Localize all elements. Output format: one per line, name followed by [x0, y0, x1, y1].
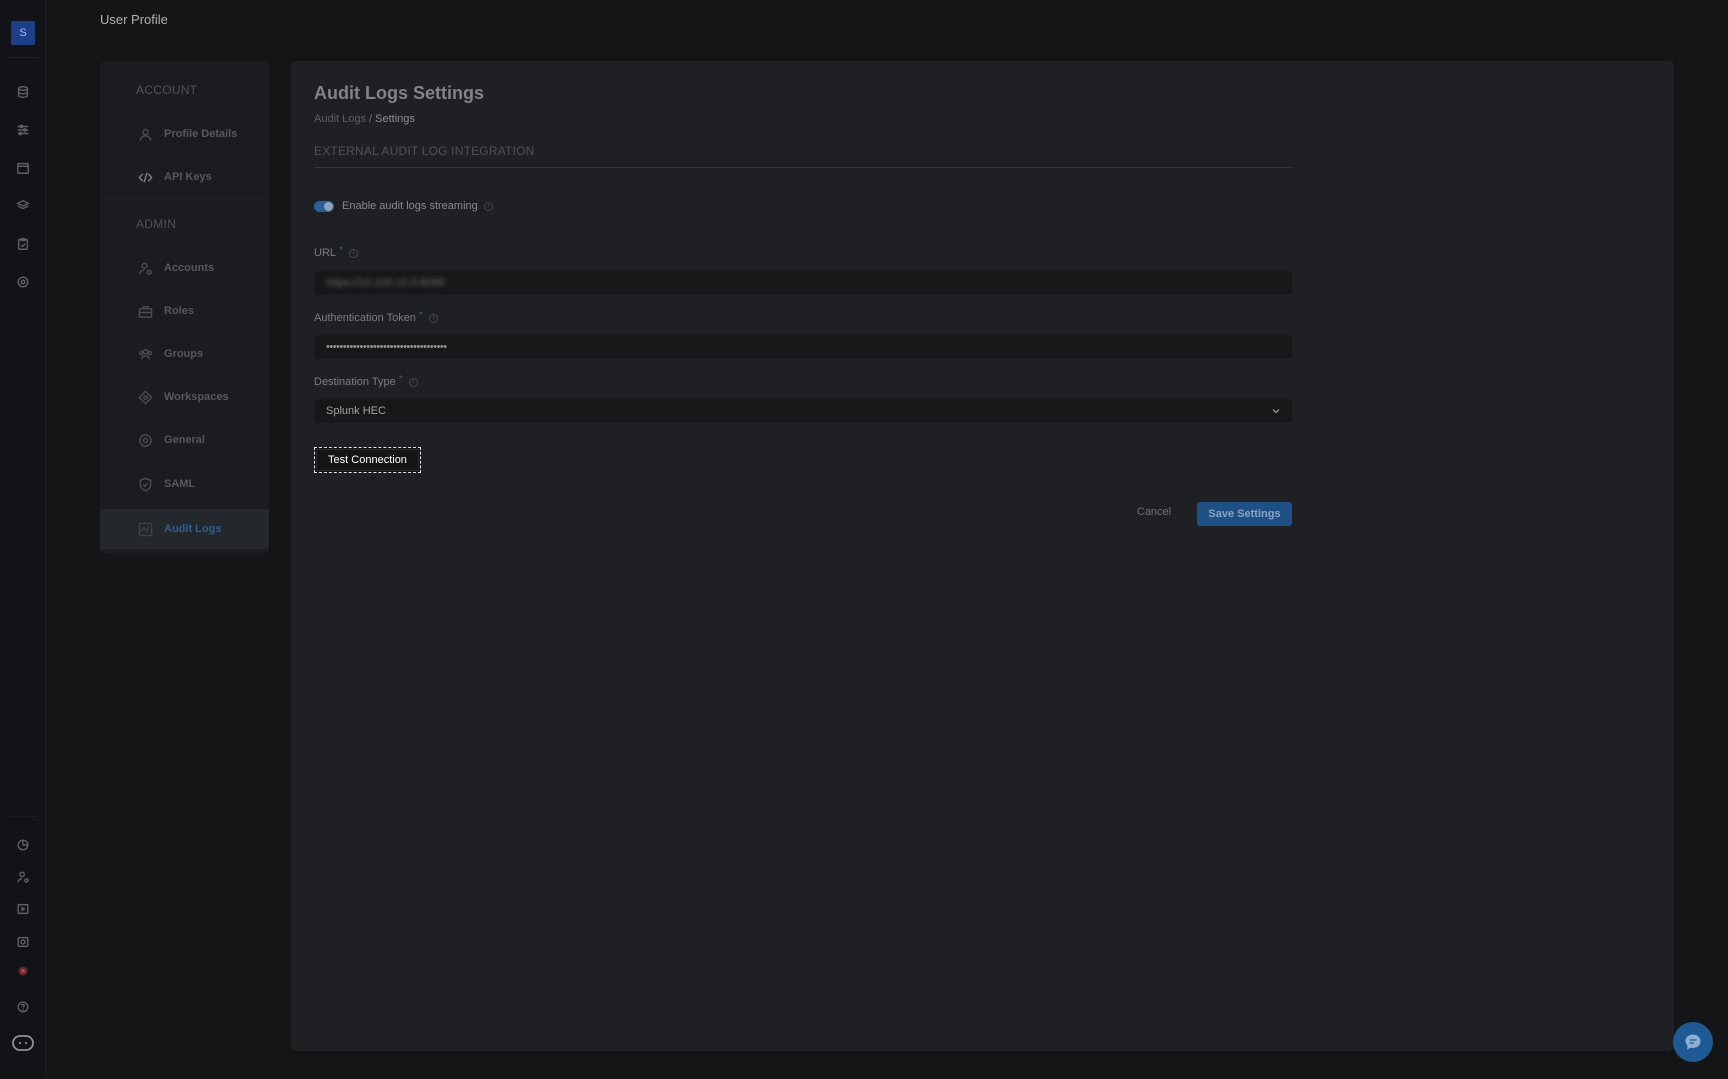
diamond-icon [136, 388, 154, 406]
info-icon[interactable]: i [428, 313, 438, 323]
bot-icon[interactable] [10, 1033, 36, 1053]
settings-circle-icon [136, 431, 154, 449]
camera-icon[interactable] [13, 932, 33, 952]
user-settings-icon[interactable] [13, 867, 33, 887]
briefcase-icon [136, 302, 154, 320]
toggle-label-text: Enable audit logs streaming [342, 200, 478, 212]
info-icon[interactable]: i [408, 377, 418, 387]
rail-divider [8, 57, 38, 58]
nav-item-audit-logs[interactable]: Audit Logs [100, 509, 269, 549]
nav-item-groups[interactable]: Groups [100, 334, 269, 374]
required-marker: * [418, 310, 423, 321]
nav-item-accounts[interactable]: Accounts [100, 248, 269, 288]
nav-item-roles[interactable]: Roles [100, 291, 269, 331]
chat-support-button[interactable] [1673, 1022, 1713, 1062]
clipboard-check-icon[interactable] [13, 234, 33, 254]
nav-item-label: SAML [164, 478, 196, 490]
pie-chart-icon[interactable] [13, 835, 33, 855]
header-divider [100, 42, 1674, 43]
activity-icon [136, 520, 154, 538]
sliders-icon[interactable] [13, 120, 33, 140]
toggle-knob [324, 202, 333, 211]
info-icon[interactable]: i [348, 248, 358, 258]
audit-logs-settings-panel: Audit Logs Settings Audit Logs / Setting… [291, 61, 1674, 1051]
nav-divider [100, 198, 269, 199]
settings-nav: ACCOUNT Profile Details API Keys ADMIN A… [100, 61, 269, 554]
cancel-button[interactable]: Cancel [1129, 502, 1179, 522]
url-label-text: URL [314, 247, 337, 259]
destination-type-value: Splunk HEC [326, 405, 386, 417]
audit-streaming-toggle[interactable] [314, 201, 334, 212]
nav-section-account: ACCOUNT [136, 83, 198, 97]
nav-section-admin: ADMIN [136, 217, 177, 231]
rail-divider [8, 816, 38, 817]
test-connection-button[interactable]: Test Connection [314, 447, 421, 473]
save-settings-button[interactable]: Save Settings [1197, 502, 1292, 526]
nav-item-label: General [164, 434, 205, 446]
destination-type-label: Destination Type * i [314, 374, 418, 388]
destination-type-select[interactable]: Splunk HEC [314, 399, 1292, 423]
nav-item-label: Workspaces [164, 391, 229, 403]
media-icon[interactable] [13, 899, 33, 919]
url-label: URL * i [314, 245, 358, 259]
auth-token-label-text: Authentication Token [314, 312, 416, 324]
destination-type-label-text: Destination Type [314, 376, 396, 388]
code-icon [136, 168, 154, 186]
required-marker: * [398, 374, 403, 385]
required-marker: * [339, 245, 343, 256]
info-icon[interactable]: i [483, 201, 493, 211]
nav-item-label: Accounts [164, 262, 215, 274]
nav-item-label: API Keys [164, 171, 212, 183]
nav-item-label: Roles [164, 305, 194, 317]
page-header-title: User Profile [100, 12, 168, 27]
nav-item-label: Groups [164, 348, 204, 360]
url-field-value: https://10.100.10.5:8088 [326, 277, 445, 289]
nav-item-label: Profile Details [164, 128, 238, 140]
page-title: Audit Logs Settings [314, 83, 484, 103]
user-cog-icon [136, 259, 154, 277]
auth-token-value: •••••••••••••••••••••••••••••••••••• [326, 341, 447, 353]
toggle-label: Enable audit logs streaming i [342, 200, 493, 212]
layers-icon[interactable] [13, 196, 33, 216]
nav-item-general[interactable]: General [100, 420, 269, 460]
breadcrumb: Audit Logs / Settings [314, 113, 415, 125]
nav-item-saml[interactable]: SAML [100, 464, 269, 504]
url-field[interactable]: https://10.100.10.5:8088 [314, 271, 1292, 295]
nav-item-label: Audit Logs [164, 523, 222, 535]
breadcrumb-current: Settings [375, 113, 415, 125]
nav-item-profile-details[interactable]: Profile Details [100, 114, 269, 154]
nav-item-workspaces[interactable]: Workspaces [100, 377, 269, 417]
alert-dot-icon[interactable] [13, 961, 33, 981]
breadcrumb-separator: / [369, 113, 373, 125]
chat-icon [1685, 1034, 1701, 1050]
workspace-avatar[interactable]: S [11, 21, 35, 45]
breadcrumb-parent-link[interactable]: Audit Logs [314, 113, 366, 125]
chevron-down-icon [1272, 408, 1280, 414]
help-icon[interactable] [13, 997, 33, 1017]
user-icon [136, 125, 154, 143]
nav-item-api-keys[interactable]: API Keys [100, 157, 269, 197]
database-icon[interactable] [13, 82, 33, 102]
section-divider [314, 167, 1292, 168]
shield-icon [136, 475, 154, 493]
auth-token-field[interactable]: •••••••••••••••••••••••••••••••••••• [314, 335, 1292, 359]
icon-rail: S [0, 0, 46, 1079]
calendar-icon[interactable] [13, 158, 33, 178]
users-icon [136, 345, 154, 363]
section-title: EXTERNAL AUDIT LOG INTEGRATION [314, 144, 535, 158]
target-icon[interactable] [13, 272, 33, 292]
auth-token-label: Authentication Token * i [314, 310, 438, 324]
